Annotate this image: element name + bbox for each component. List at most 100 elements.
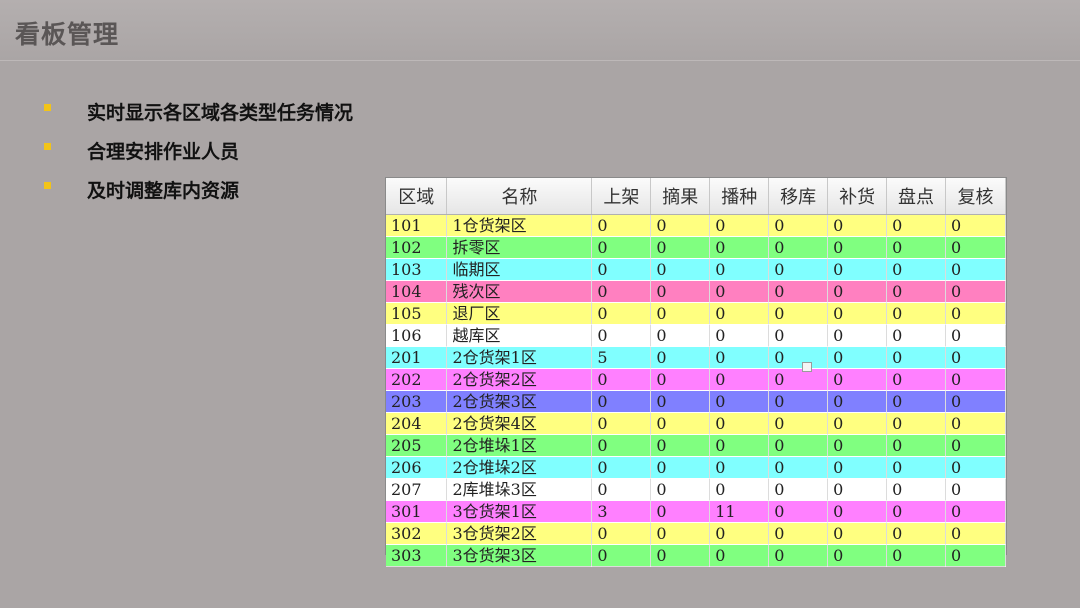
cell-count: 0 <box>886 412 947 435</box>
cell-count: 0 <box>945 412 1006 435</box>
cell-count: 0 <box>768 236 829 259</box>
cell-count: 0 <box>591 456 652 479</box>
column-header-count[interactable]: 盘点 <box>886 178 947 215</box>
cell-count: 0 <box>709 456 770 479</box>
cell-count: 0 <box>650 456 711 479</box>
table-row[interactable]: 205 2仓堆垛1区 0 0 0 0 0 0 0 <box>386 434 1006 457</box>
cell-zone: 103 <box>386 258 448 281</box>
cell-count: 0 <box>768 478 829 501</box>
cell-count: 0 <box>886 478 947 501</box>
cell-count: 0 <box>827 412 888 435</box>
cell-zone: 202 <box>386 368 448 391</box>
column-header-seeding[interactable]: 播种 <box>709 178 770 215</box>
cell-count: 0 <box>768 258 829 281</box>
table-row[interactable]: 101 1仓货架区 0 0 0 0 0 0 0 <box>386 214 1006 237</box>
cell-count: 0 <box>709 346 770 369</box>
bullet-item: 合理安排作业人员 <box>44 131 353 170</box>
column-header-name[interactable]: 名称 <box>446 178 593 215</box>
table-row[interactable]: 201 2仓货架1区 5 0 0 0 0 0 0 <box>386 346 1006 369</box>
column-header-putaway[interactable]: 上架 <box>591 178 652 215</box>
kanban-table-container: 区域 名称 上架 摘果 播种 移库 补货 盘点 复核 101 1仓货架区 0 0 0 0 0… <box>385 177 1007 567</box>
cell-count: 0 <box>768 456 829 479</box>
cell-count: 0 <box>591 478 652 501</box>
column-header-move[interactable]: 移库 <box>768 178 829 215</box>
cell-count: 0 <box>768 390 829 413</box>
table-row[interactable]: 206 2仓堆垛2区 0 0 0 0 0 0 0 <box>386 456 1006 479</box>
cell-count: 0 <box>650 214 711 237</box>
cell-zone: 201 <box>386 346 448 369</box>
cell-count: 11 <box>709 500 770 523</box>
bullet-item: 实时显示各区域各类型任务情况 <box>44 92 353 131</box>
cell-count: 0 <box>945 302 1006 325</box>
cell-count: 5 <box>591 346 652 369</box>
cell-zone: 101 <box>386 214 448 237</box>
cell-zone: 207 <box>386 478 448 501</box>
square-bullet-icon <box>44 104 51 111</box>
column-header-review[interactable]: 复核 <box>945 178 1006 215</box>
bullet-list: 实时显示各区域各类型任务情况 合理安排作业人员 及时调整库内资源 <box>44 92 353 209</box>
cell-name: 退厂区 <box>446 302 593 325</box>
cell-count: 0 <box>709 236 770 259</box>
column-header-picking[interactable]: 摘果 <box>650 178 711 215</box>
table-row[interactable]: 301 3仓货架1区 3 0 11 0 0 0 0 <box>386 500 1006 523</box>
table-row[interactable]: 302 3仓货架2区 0 0 0 0 0 0 0 <box>386 522 1006 545</box>
cell-count: 0 <box>709 324 770 347</box>
cell-name: 残次区 <box>446 280 593 303</box>
cell-name: 2仓堆垛2区 <box>446 456 593 479</box>
bullet-text: 实时显示各区域各类型任务情况 <box>87 102 354 124</box>
cell-count: 0 <box>650 368 711 391</box>
cell-name: 3仓货架3区 <box>446 544 593 567</box>
cell-count: 0 <box>709 434 770 457</box>
cell-count: 0 <box>827 258 888 281</box>
table-row[interactable]: 203 2仓货架3区 0 0 0 0 0 0 0 <box>386 390 1006 413</box>
cell-name: 2库堆垛3区 <box>446 478 593 501</box>
cell-count: 0 <box>591 368 652 391</box>
cell-count: 0 <box>945 258 1006 281</box>
cell-zone: 105 <box>386 302 448 325</box>
cell-name: 越库区 <box>446 324 593 347</box>
cell-count: 0 <box>945 280 1006 303</box>
kanban-table: 区域 名称 上架 摘果 播种 移库 补货 盘点 复核 101 1仓货架区 0 0 0 0 0… <box>386 178 1006 567</box>
cell-name: 2仓堆垛1区 <box>446 434 593 457</box>
cell-count: 0 <box>886 456 947 479</box>
cell-count: 0 <box>768 280 829 303</box>
cell-count: 0 <box>591 324 652 347</box>
cell-count: 0 <box>650 302 711 325</box>
table-row[interactable]: 303 3仓货架3区 0 0 0 0 0 0 0 <box>386 544 1006 567</box>
cell-count: 0 <box>591 390 652 413</box>
cell-count: 0 <box>650 434 711 457</box>
cell-count: 0 <box>768 544 829 567</box>
table-row[interactable]: 202 2仓货架2区 0 0 0 0 0 0 0 <box>386 368 1006 391</box>
table-row[interactable]: 104 残次区 0 0 0 0 0 0 0 <box>386 280 1006 303</box>
table-row[interactable]: 102 拆零区 0 0 0 0 0 0 0 <box>386 236 1006 259</box>
table-row[interactable]: 106 越库区 0 0 0 0 0 0 0 <box>386 324 1006 347</box>
cell-count: 0 <box>768 434 829 457</box>
cell-count: 0 <box>709 478 770 501</box>
cell-count: 0 <box>886 346 947 369</box>
cell-count: 0 <box>945 346 1006 369</box>
cell-zone: 205 <box>386 434 448 457</box>
cell-count: 0 <box>768 324 829 347</box>
cell-name: 2仓货架2区 <box>446 368 593 391</box>
cell-count: 0 <box>709 522 770 545</box>
table-row[interactable]: 207 2库堆垛3区 0 0 0 0 0 0 0 <box>386 478 1006 501</box>
cell-count: 0 <box>886 368 947 391</box>
cell-count: 0 <box>945 390 1006 413</box>
cell-count: 0 <box>945 456 1006 479</box>
slide-header: 看板管理 <box>0 0 1080 61</box>
table-row[interactable]: 105 退厂区 0 0 0 0 0 0 0 <box>386 302 1006 325</box>
table-row[interactable]: 204 2仓货架4区 0 0 0 0 0 0 0 <box>386 412 1006 435</box>
cell-name: 2仓货架1区 <box>446 346 593 369</box>
column-header-zone[interactable]: 区域 <box>386 178 448 215</box>
column-header-replenish[interactable]: 补货 <box>827 178 888 215</box>
cell-count: 0 <box>650 544 711 567</box>
cell-count: 0 <box>650 500 711 523</box>
cell-count: 0 <box>591 236 652 259</box>
table-row[interactable]: 103 临期区 0 0 0 0 0 0 0 <box>386 258 1006 281</box>
cell-zone: 204 <box>386 412 448 435</box>
cell-count: 0 <box>886 390 947 413</box>
bullet-text: 合理安排作业人员 <box>87 141 240 163</box>
cell-count: 0 <box>886 544 947 567</box>
cell-count: 0 <box>650 390 711 413</box>
cell-zone: 206 <box>386 456 448 479</box>
